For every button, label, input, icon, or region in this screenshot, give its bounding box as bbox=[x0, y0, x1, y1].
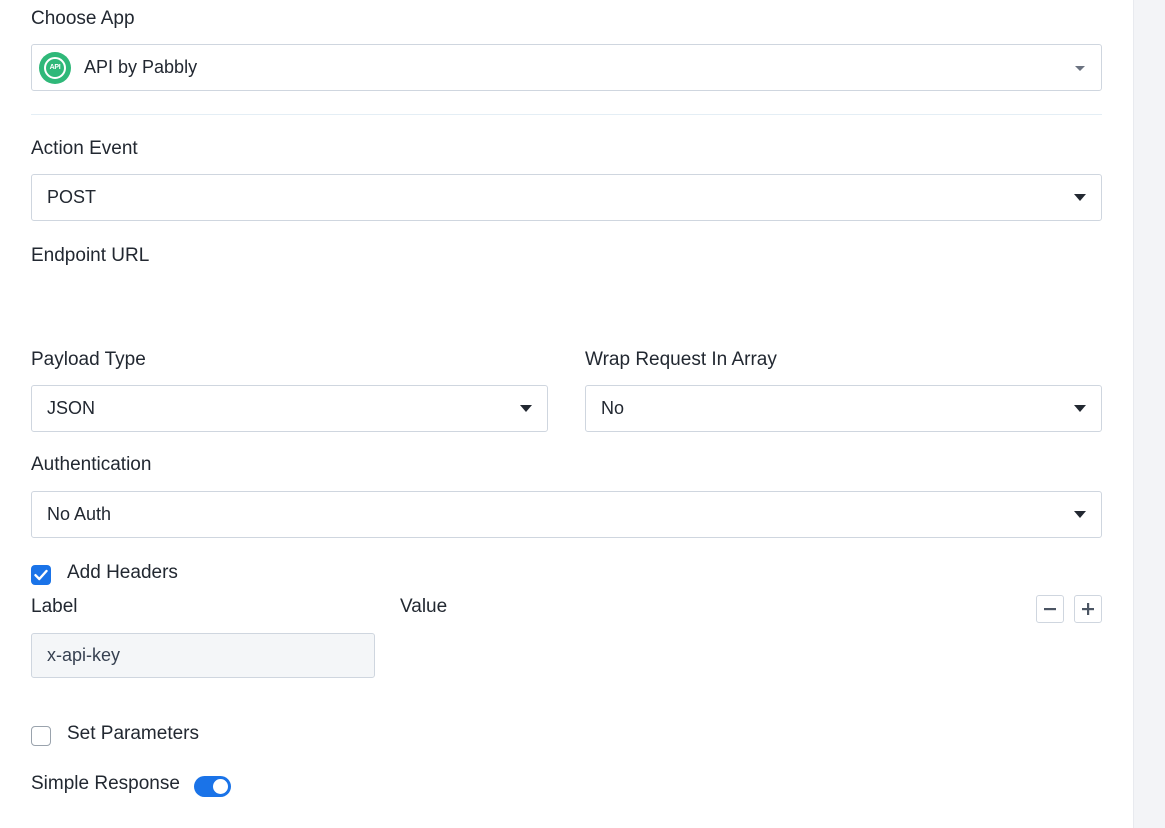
caret-down-icon bbox=[1074, 194, 1086, 201]
add-headers-label: Add Headers bbox=[67, 562, 178, 583]
chevron-down-icon bbox=[1075, 66, 1085, 71]
remove-header-button[interactable] bbox=[1036, 595, 1064, 623]
payload-type-label: Payload Type bbox=[31, 349, 146, 370]
simple-response-toggle[interactable] bbox=[194, 776, 231, 797]
action-event-select[interactable]: POST bbox=[31, 174, 1102, 221]
set-parameters-label: Set Parameters bbox=[67, 723, 199, 744]
authentication-select[interactable]: No Auth bbox=[31, 491, 1102, 538]
wrap-request-select[interactable]: No bbox=[585, 385, 1102, 432]
add-header-button[interactable] bbox=[1074, 595, 1102, 623]
simple-response-label: Simple Response bbox=[31, 773, 180, 794]
action-event-value: POST bbox=[47, 187, 97, 207]
header-value-column: Value bbox=[400, 596, 448, 617]
choose-app-select[interactable]: API API by Pabbly bbox=[31, 44, 1102, 91]
caret-down-icon bbox=[1074, 511, 1086, 518]
header-label-column: Label bbox=[31, 596, 78, 617]
caret-down-icon bbox=[1074, 405, 1086, 412]
section-divider bbox=[31, 114, 1102, 115]
choose-app-value: API by Pabbly bbox=[84, 57, 198, 77]
payload-type-select[interactable]: JSON bbox=[31, 385, 548, 432]
plus-icon bbox=[1082, 603, 1094, 615]
endpoint-url-label: Endpoint URL bbox=[31, 245, 150, 266]
checkmark-icon bbox=[34, 569, 48, 581]
add-headers-checkbox[interactable] bbox=[31, 565, 51, 585]
wrap-request-value: No bbox=[601, 398, 625, 418]
authentication-label: Authentication bbox=[31, 454, 152, 475]
app-icon-text: API bbox=[44, 56, 66, 79]
header-label-input-value: x-api-key bbox=[47, 645, 121, 665]
toggle-knob bbox=[213, 779, 228, 794]
header-label-input[interactable]: x-api-key bbox=[31, 633, 375, 678]
set-parameters-checkbox[interactable] bbox=[31, 726, 51, 746]
caret-down-icon bbox=[520, 405, 532, 412]
wrap-request-label: Wrap Request In Array bbox=[585, 349, 777, 370]
authentication-value: No Auth bbox=[47, 504, 112, 524]
action-event-label: Action Event bbox=[31, 138, 138, 159]
choose-app-label: Choose App bbox=[31, 8, 135, 29]
scrollbar-track[interactable] bbox=[1133, 0, 1165, 828]
payload-type-value: JSON bbox=[47, 398, 96, 418]
api-app-icon: API bbox=[39, 51, 71, 84]
minus-icon bbox=[1044, 608, 1056, 611]
